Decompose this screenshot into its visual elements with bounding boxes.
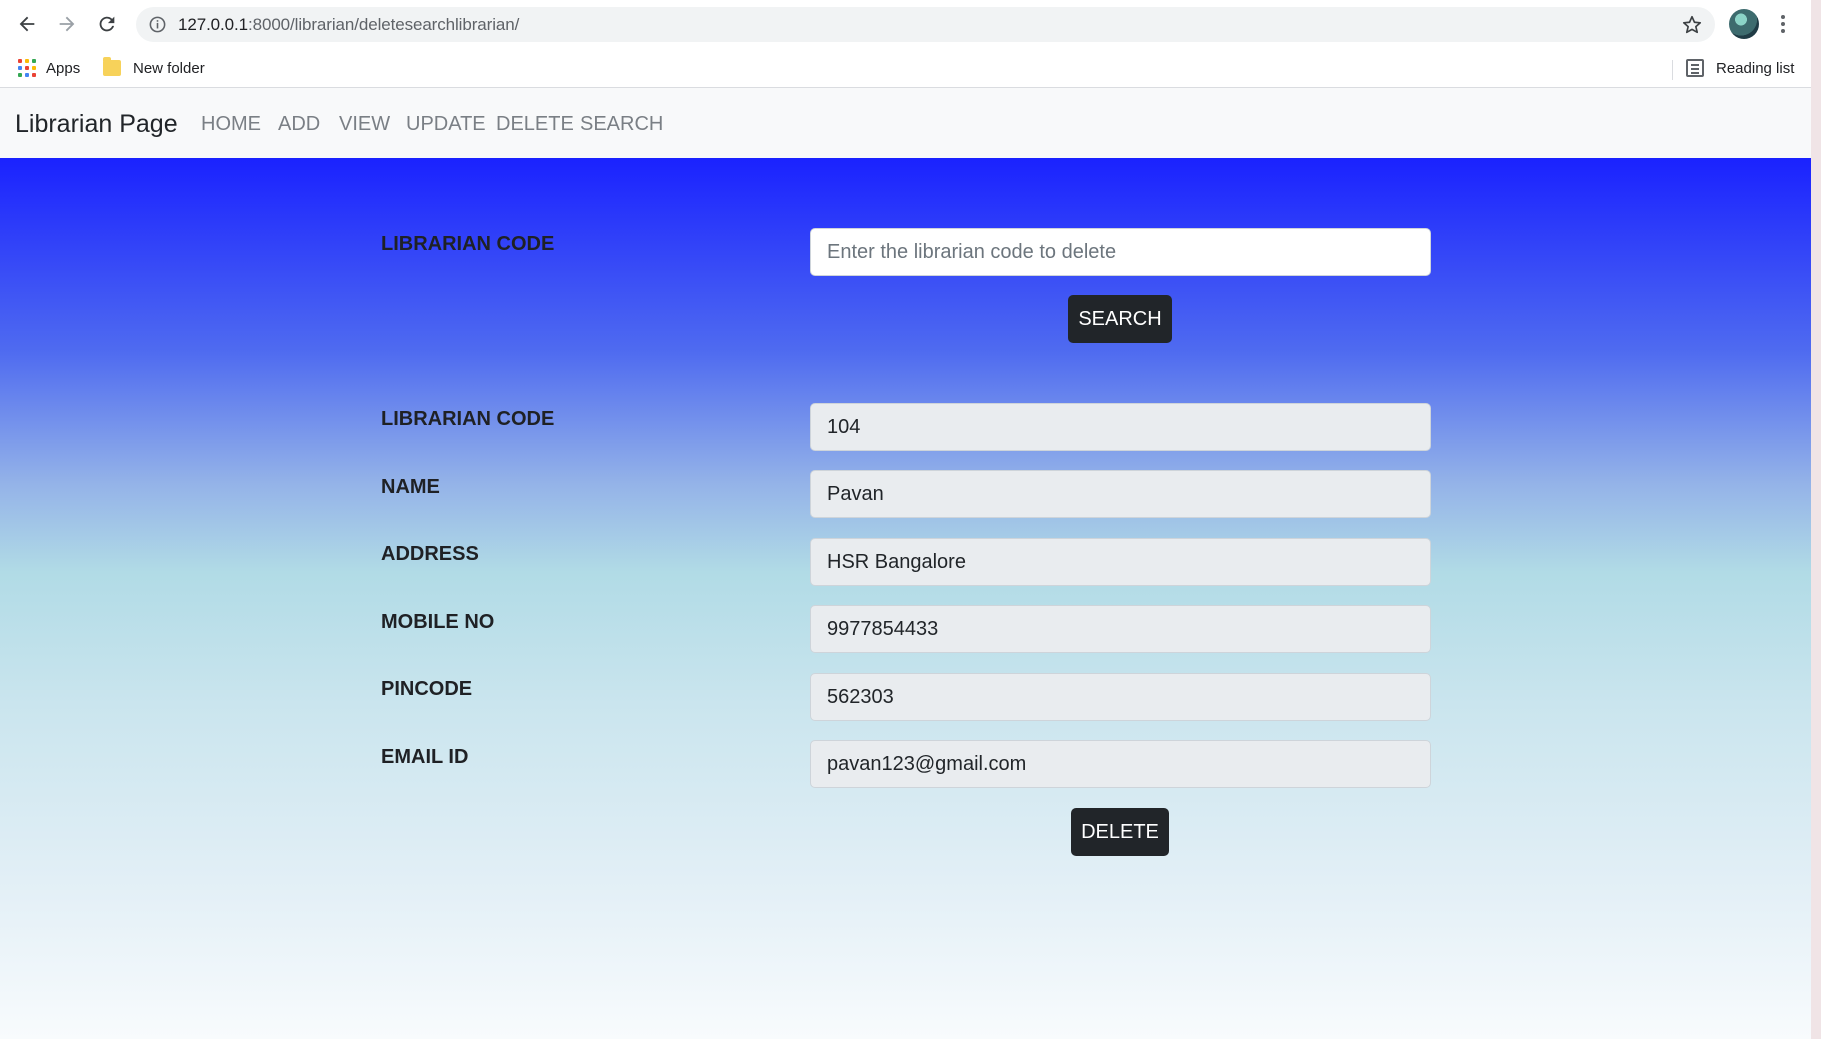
- main-content: LIBRARIAN CODE SEARCH LIBRARIAN CODE NAM…: [0, 158, 1811, 1039]
- nav-home[interactable]: HOME: [201, 113, 261, 136]
- bookmarks-bar: Apps New folder Reading list: [0, 48, 1811, 88]
- address-bar[interactable]: 127.0.0.1:8000/librarian/deletesearchlib…: [136, 7, 1715, 42]
- forward-button[interactable]: [53, 10, 81, 38]
- site-info-icon[interactable]: [148, 15, 167, 34]
- field-label-pincode: PINCODE: [381, 678, 473, 700]
- nav-delete[interactable]: DELETE: [496, 113, 574, 136]
- profile-avatar[interactable]: [1729, 9, 1759, 39]
- nav-update[interactable]: UPDATE: [406, 113, 486, 136]
- window-edge: [1811, 0, 1821, 1039]
- browser-menu-icon[interactable]: [1774, 12, 1792, 36]
- nav-search[interactable]: SEARCH: [580, 113, 663, 136]
- back-arrow-icon: [19, 16, 35, 32]
- search-code-label: LIBRARIAN CODE: [381, 233, 555, 255]
- address-url[interactable]: 127.0.0.1:8000/librarian/deletesearchlib…: [178, 15, 519, 35]
- field-label-librarian-code: LIBRARIAN CODE: [381, 408, 555, 430]
- name-field: [810, 470, 1431, 518]
- browser-toolbar: 127.0.0.1:8000/librarian/deletesearchlib…: [0, 0, 1811, 48]
- email-field: [810, 740, 1431, 788]
- folder-icon: [103, 57, 121, 76]
- librarian-code-field: [810, 403, 1431, 451]
- librarian-code-search-input[interactable]: [810, 228, 1431, 276]
- url-host: 127.0.0.1: [178, 15, 248, 34]
- search-button[interactable]: SEARCH: [1068, 295, 1172, 343]
- browser-chrome: 127.0.0.1:8000/librarian/deletesearchlib…: [0, 0, 1811, 88]
- field-label-address: ADDRESS: [381, 543, 479, 565]
- pincode-field: [810, 673, 1431, 721]
- back-button[interactable]: [13, 10, 41, 38]
- site-navbar: Librarian Page HOME ADD VIEW UPDATE DELE…: [0, 88, 1811, 158]
- url-path: :8000/librarian/deletesearchlibrarian/: [248, 15, 520, 34]
- bookmark-apps-label: Apps: [46, 59, 81, 77]
- reading-list-label: Reading list: [1716, 59, 1795, 77]
- bookmark-apps[interactable]: Apps: [18, 54, 80, 82]
- reading-list-button[interactable]: Reading list: [1686, 54, 1794, 82]
- apps-grid-icon: [18, 59, 36, 77]
- nav-add[interactable]: ADD: [278, 113, 320, 136]
- field-label-email: EMAIL ID: [381, 746, 469, 768]
- reading-list-icon: [1686, 59, 1704, 77]
- reload-icon: [99, 16, 115, 32]
- reload-button[interactable]: [93, 10, 121, 38]
- bookmark-new-folder[interactable]: New folder: [103, 54, 205, 82]
- bookmark-new-folder-label: New folder: [133, 59, 205, 77]
- navbar-brand[interactable]: Librarian Page: [15, 110, 178, 139]
- bookmark-star-icon[interactable]: [1681, 14, 1703, 36]
- field-label-mobile: MOBILE NO: [381, 611, 495, 633]
- forward-arrow-icon: [59, 16, 75, 32]
- address-field: [810, 538, 1431, 586]
- delete-button[interactable]: DELETE: [1071, 808, 1169, 856]
- nav-view[interactable]: VIEW: [339, 113, 390, 136]
- mobile-field: [810, 605, 1431, 653]
- field-label-name: NAME: [381, 476, 440, 498]
- bookmarks-divider: [1672, 60, 1673, 80]
